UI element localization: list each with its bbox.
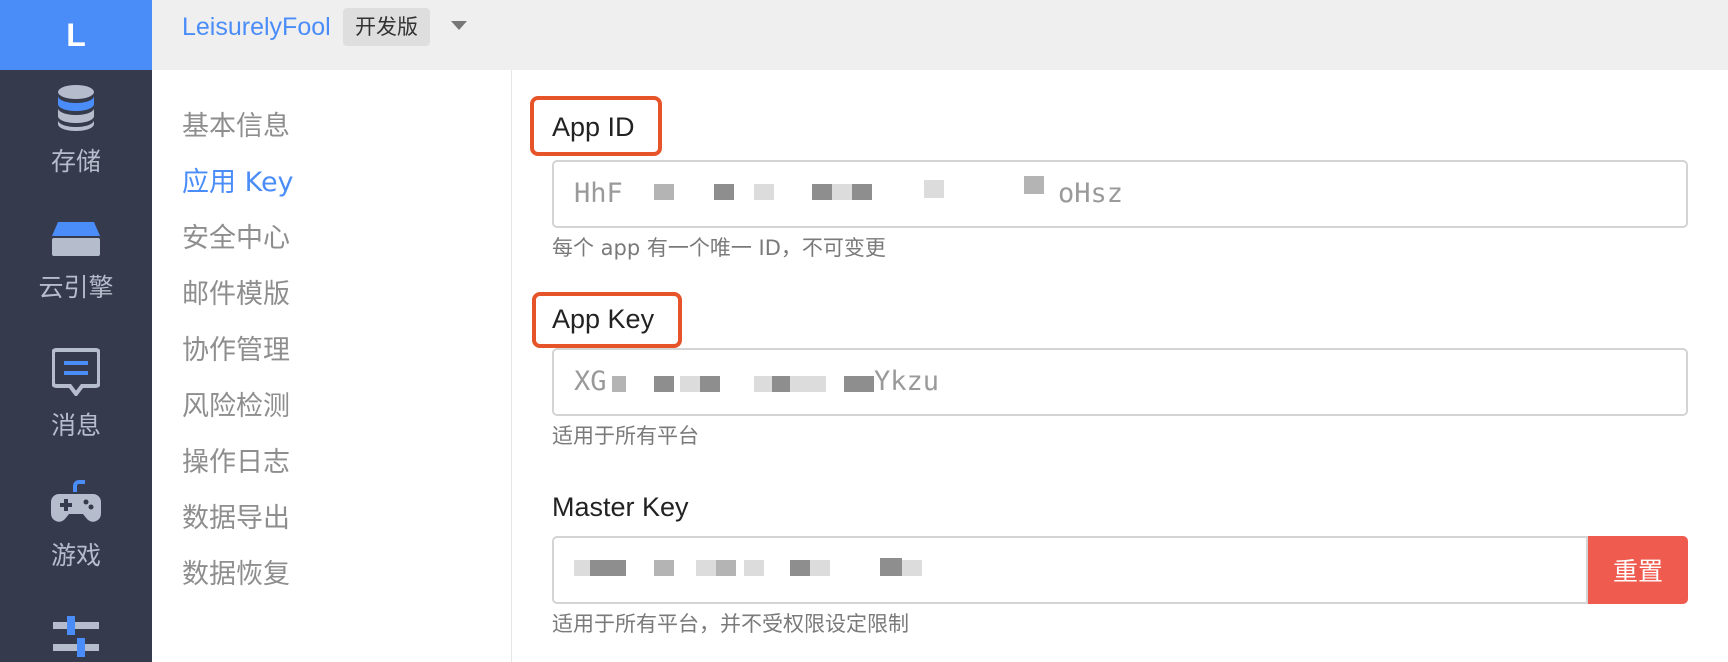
- redacted-block: [654, 560, 674, 576]
- sliders-icon: [53, 608, 99, 662]
- redacted-block: [852, 184, 872, 200]
- app-logo[interactable]: L: [0, 0, 152, 70]
- master-key-help: 适用于所有平台，并不受权限设定限制: [552, 612, 909, 636]
- subnav-item-security[interactable]: 安全中心: [182, 222, 290, 256]
- redacted-block: [654, 376, 674, 392]
- reset-master-key-button[interactable]: 重置: [1588, 536, 1688, 604]
- master-key-label: Master Key: [552, 492, 689, 522]
- redacted-block: [612, 376, 626, 392]
- app-edition-badge: 开发版: [343, 8, 430, 46]
- redacted-block: [1024, 176, 1044, 194]
- app-key-panel: App ID HhF oHsz 每个 app 有一个唯一 ID，不可变更 App…: [512, 70, 1728, 662]
- database-icon: [56, 84, 96, 132]
- gamepad-icon: [51, 480, 101, 526]
- redacted-block: [700, 376, 720, 392]
- app-id-value-start: HhF: [574, 178, 623, 209]
- redacted-block: [696, 560, 716, 576]
- server-icon: [52, 222, 100, 258]
- redacted-block: [812, 184, 832, 200]
- redacted-block: [924, 180, 944, 198]
- rail-item-settings[interactable]: [0, 608, 152, 662]
- redacted-block: [590, 560, 626, 576]
- app-id-value-end: oHsz: [1058, 178, 1124, 209]
- redacted-block: [772, 376, 790, 392]
- subnav-item-email-templates[interactable]: 邮件模版: [182, 278, 290, 312]
- redacted-block: [714, 184, 734, 200]
- subnav-item-collaboration[interactable]: 协作管理: [182, 334, 290, 368]
- redacted-block: [902, 560, 922, 576]
- subnav-item-operation-log[interactable]: 操作日志: [182, 446, 290, 480]
- app-name-link[interactable]: LeisurelyFool: [182, 12, 331, 42]
- app-key-label: App Key: [552, 304, 655, 334]
- caret-down-icon[interactable]: [451, 21, 467, 30]
- app-id-field[interactable]: HhF oHsz: [552, 160, 1688, 228]
- redacted-block: [790, 376, 826, 392]
- rail-item-game[interactable]: 游戏: [0, 480, 152, 600]
- redacted-block: [832, 184, 852, 200]
- subnav-item-data-restore[interactable]: 数据恢复: [182, 558, 290, 592]
- redacted-block: [754, 376, 772, 392]
- app-id-label: App ID: [552, 112, 635, 142]
- message-icon: [52, 348, 100, 396]
- app-key-field[interactable]: XG Ykzu: [552, 348, 1688, 416]
- rail-label-cloud-engine: 云引擎: [38, 273, 114, 302]
- redacted-block: [754, 184, 774, 200]
- redacted-block: [574, 560, 590, 576]
- redacted-block: [810, 560, 830, 576]
- rail-item-message[interactable]: 消息: [0, 348, 152, 468]
- redacted-block: [844, 376, 874, 392]
- settings-subnav: 基本信息 应用 Key 安全中心 邮件模版 协作管理 风险检测 操作日志 数据导…: [152, 70, 512, 662]
- app-key-help: 适用于所有平台: [552, 424, 699, 448]
- app-key-value-end: Ykzu: [874, 366, 940, 397]
- subnav-item-data-export[interactable]: 数据导出: [182, 502, 290, 536]
- app-rail: L 存储 云引擎 消息 游戏: [0, 0, 152, 662]
- top-bar: LeisurelyFool 开发版: [152, 0, 1728, 70]
- app-id-help: 每个 app 有一个唯一 ID，不可变更: [552, 236, 886, 260]
- rail-item-cloud-engine[interactable]: 云引擎: [0, 222, 152, 342]
- subnav-item-app-key[interactable]: 应用 Key: [182, 166, 294, 200]
- redacted-block: [680, 376, 700, 392]
- rail-label-message: 消息: [50, 411, 101, 440]
- redacted-block: [654, 184, 674, 200]
- master-key-field[interactable]: [552, 536, 1588, 604]
- rail-item-storage[interactable]: 存储: [0, 84, 152, 204]
- app-key-value-start: XG: [574, 366, 607, 397]
- redacted-block: [790, 560, 810, 576]
- rail-label-storage: 存储: [50, 147, 101, 176]
- redacted-block: [744, 560, 764, 576]
- redacted-block: [880, 558, 902, 576]
- subnav-item-basic-info[interactable]: 基本信息: [182, 110, 290, 144]
- rail-label-game: 游戏: [50, 541, 101, 570]
- redacted-block: [716, 560, 736, 576]
- subnav-item-risk-detection[interactable]: 风险检测: [182, 390, 290, 424]
